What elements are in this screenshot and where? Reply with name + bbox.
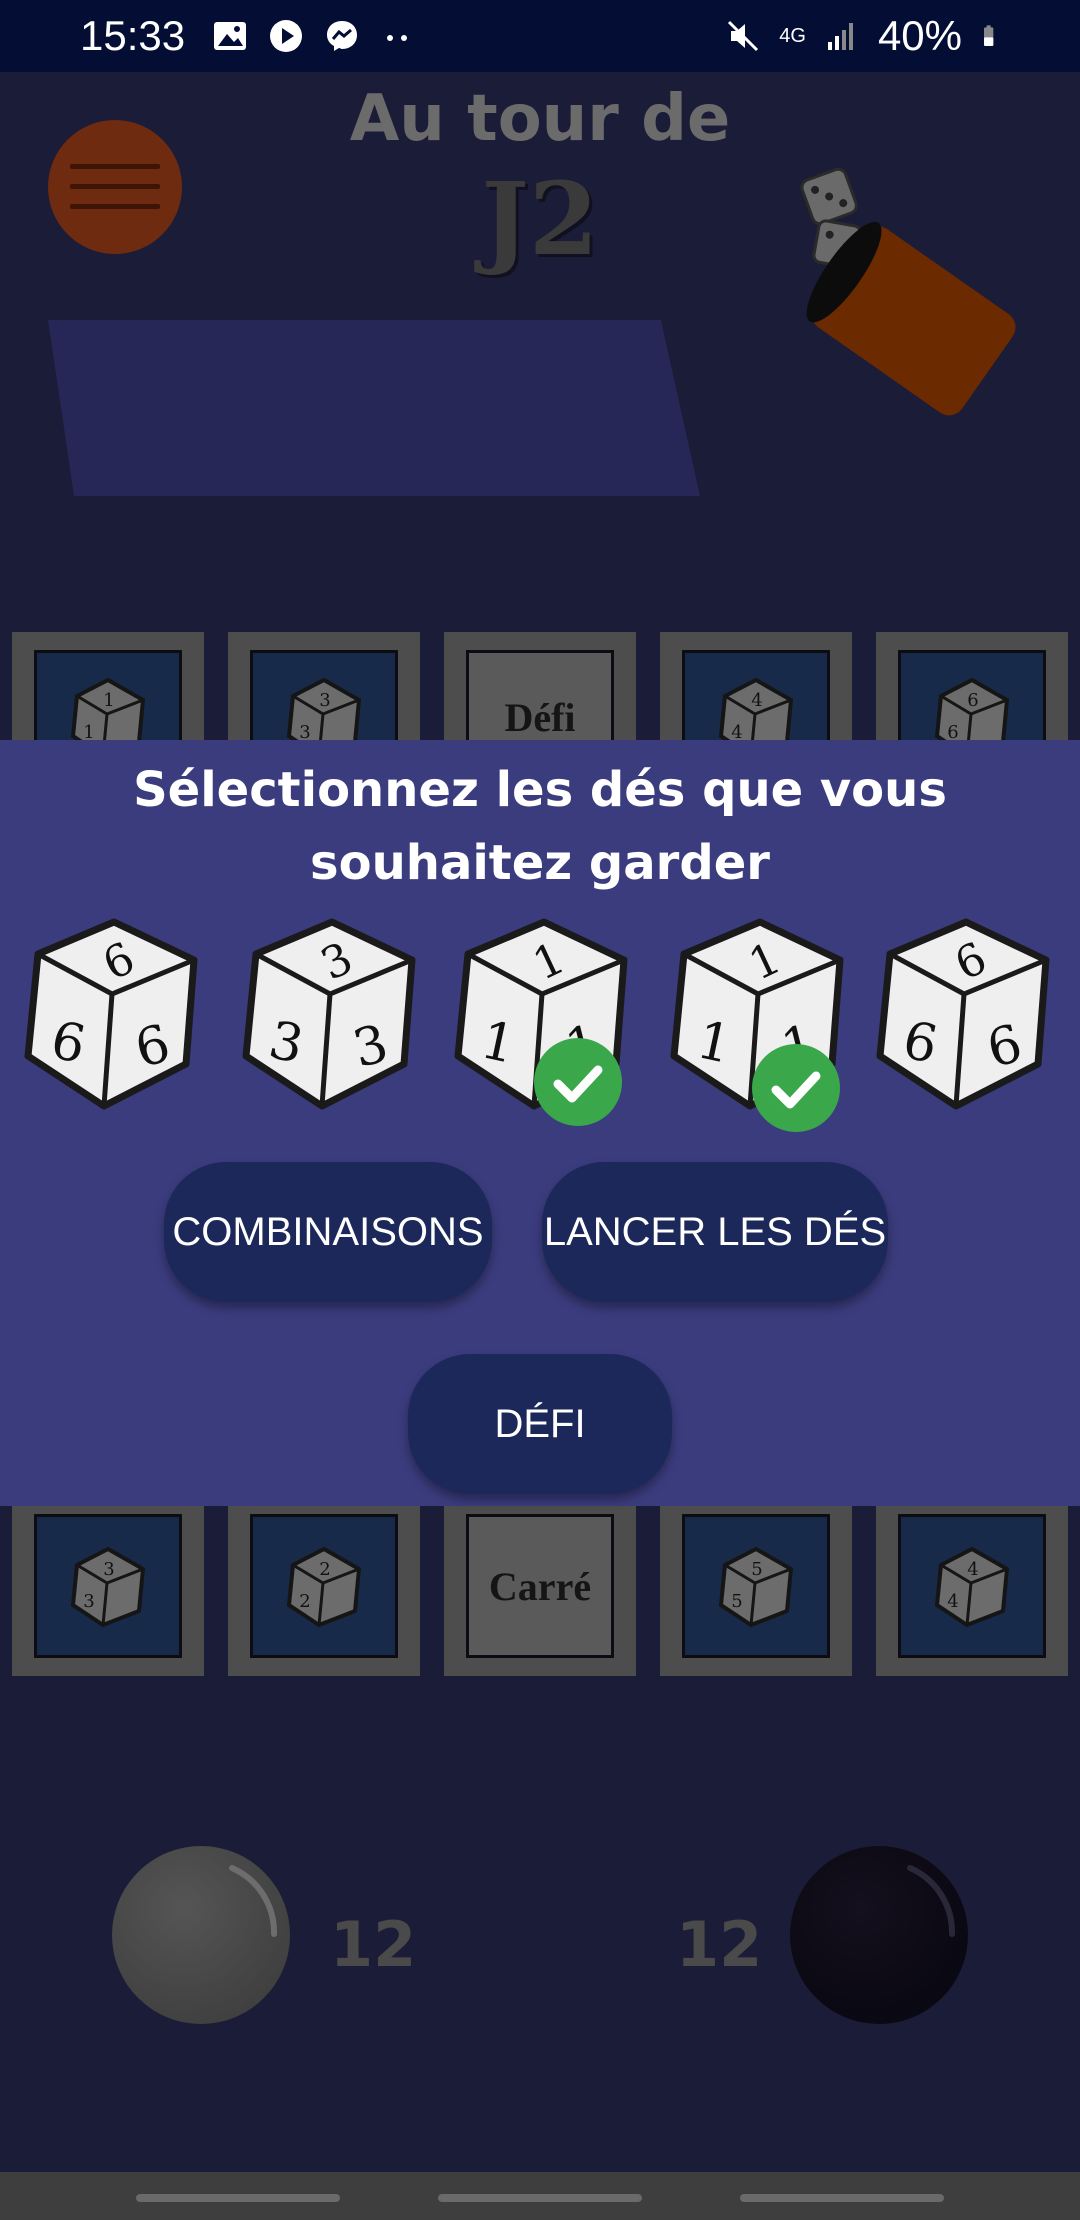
battery-icon — [984, 25, 994, 46]
svg-text:3: 3 — [103, 1559, 114, 1580]
dialog-title-line2: souhaitez garder — [310, 835, 770, 891]
play-icon — [270, 20, 302, 52]
dice-selection-dialog: Sélectionnez les dés que vous souhaitez … — [0, 740, 1080, 1506]
player2-score: 12 — [676, 1908, 763, 1981]
tile-bottom-1[interactable]: 33 — [12, 1506, 204, 1676]
svg-text:3: 3 — [319, 690, 330, 711]
player2-token — [790, 1846, 968, 2024]
nav-recents-button[interactable] — [136, 2194, 340, 2202]
die-face-3-icon: 33 — [70, 1546, 146, 1628]
challenge-button[interactable]: DÉFI — [408, 1354, 672, 1494]
svg-text:6: 6 — [967, 690, 978, 711]
die-face-2-icon: 22 — [286, 1546, 362, 1628]
dice-row: 6 6 6 3 3 3 1 1 1 1 1 1 — [16, 914, 1076, 1134]
svg-text:4: 4 — [751, 690, 762, 711]
status-system-icons: 4G 40% — [725, 12, 1004, 60]
tile-bottom-3[interactable]: Carré — [444, 1506, 636, 1676]
svg-text:1: 1 — [103, 690, 114, 711]
tile-label: Défi — [504, 694, 576, 740]
svg-text:4: 4 — [967, 1559, 978, 1580]
die-face-5-icon: 55 — [718, 1546, 794, 1628]
tile-bottom-4[interactable]: 55 — [660, 1506, 852, 1676]
die-1[interactable]: 6 6 6 — [16, 914, 212, 1114]
svg-text:4: 4 — [947, 1591, 958, 1612]
tile-label: Carré — [488, 1563, 592, 1609]
dialog-title-line1: Sélectionnez les dés que vous — [133, 762, 947, 818]
info-panel — [48, 320, 700, 496]
turn-label: Au tour de — [349, 82, 731, 156]
bottom-tile-row: 33 22 Carré 55 44 — [12, 1506, 1068, 1676]
dialog-title: Sélectionnez les dés que vous souhaitez … — [60, 754, 1020, 900]
messenger-icon — [327, 21, 357, 51]
nav-home-button[interactable] — [438, 2194, 642, 2202]
roll-dice-button[interactable]: LANCER LES DÉS — [542, 1162, 888, 1302]
die-5[interactable]: 6 6 6 — [868, 914, 1064, 1114]
svg-text:5: 5 — [751, 1559, 762, 1580]
die-4-selected-check-icon — [752, 1044, 840, 1132]
more-dots-icon — [387, 35, 407, 41]
status-time: 15:33 — [80, 12, 186, 59]
svg-text:3: 3 — [83, 1591, 94, 1612]
die-face-4-icon: 44 — [934, 1546, 1010, 1628]
svg-text:2: 2 — [319, 1559, 330, 1580]
die-2[interactable]: 3 3 3 — [234, 914, 430, 1114]
dice-cup-icon[interactable] — [780, 160, 1040, 420]
network-icon: 4G — [779, 25, 806, 47]
die-3-selected-check-icon — [534, 1038, 622, 1126]
system-nav-bar — [0, 2172, 1080, 2220]
svg-text:2: 2 — [299, 1591, 310, 1612]
status-notification-icons — [212, 18, 416, 54]
status-bar: 15:33 4G 40% — [0, 0, 1080, 72]
mute-icon — [728, 20, 759, 52]
battery-level: 40% — [877, 12, 962, 59]
nav-back-button[interactable] — [740, 2194, 944, 2202]
combinations-button[interactable]: COMBINAISONS — [164, 1162, 492, 1302]
image-icon — [214, 22, 246, 50]
svg-text:5: 5 — [731, 1591, 742, 1612]
player1-score: 12 — [330, 1908, 417, 1981]
signal-icon — [827, 23, 853, 50]
player1-token — [112, 1846, 290, 2024]
tile-bottom-2[interactable]: 22 — [228, 1506, 420, 1676]
tile-bottom-5[interactable]: 44 — [876, 1506, 1068, 1676]
